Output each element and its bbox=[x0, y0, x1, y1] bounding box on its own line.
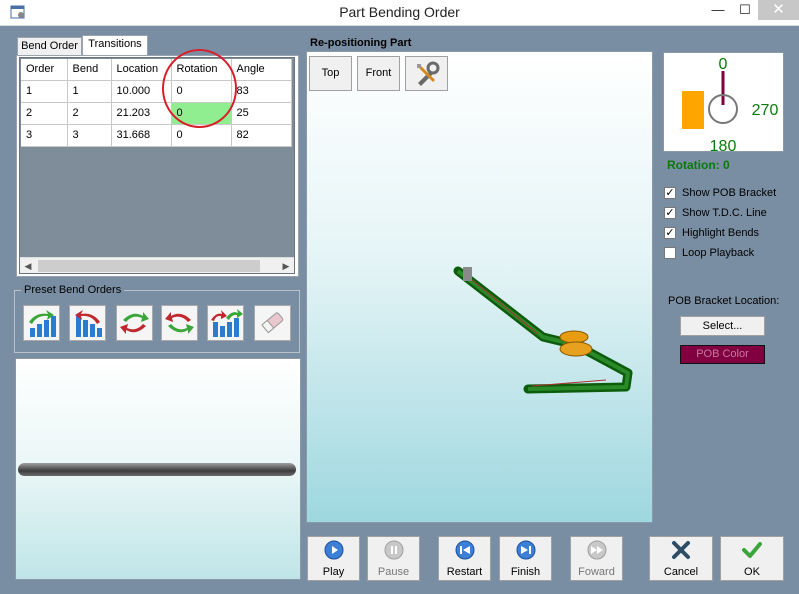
bars-up-arrow-icon bbox=[29, 310, 56, 337]
table-row[interactable]: 2 2 21.203 0 25 bbox=[21, 102, 292, 125]
pob-color-button[interactable]: POB Color bbox=[680, 345, 765, 364]
reverse-swap-arrows-icon bbox=[165, 312, 194, 334]
bars-mixed-arrows-icon bbox=[211, 309, 243, 337]
annotation-circle bbox=[162, 49, 237, 128]
ok-label: OK bbox=[744, 566, 760, 578]
loop-playback-checkbox[interactable]: Loop Playback bbox=[664, 247, 754, 261]
forward-button[interactable]: Foward bbox=[570, 536, 623, 581]
checkbox-checked[interactable]: ✓ bbox=[664, 187, 676, 200]
column-header[interactable]: Order bbox=[21, 59, 68, 81]
rotation-mark-right: 270 bbox=[752, 102, 779, 119]
table-row[interactable]: 1 1 10.000 0 83 bbox=[21, 80, 292, 103]
rotation-mark-bottom: 180 bbox=[710, 138, 737, 153]
pob-location-label: POB Bracket Location: bbox=[668, 295, 780, 307]
restart-label: Restart bbox=[446, 566, 483, 578]
cell-angle[interactable]: 82 bbox=[231, 124, 292, 147]
checkmark-icon bbox=[742, 542, 762, 558]
bars-down-arrow-icon bbox=[75, 310, 102, 337]
forward-icon bbox=[587, 540, 606, 560]
rotation-label: Rotation: 0 bbox=[667, 158, 730, 172]
bend-grid[interactable]: Order Bend Location Rotation Angle 1 1 1… bbox=[19, 57, 295, 274]
preset-ascending-button[interactable] bbox=[23, 305, 60, 341]
finish-icon bbox=[516, 540, 535, 560]
show-tdc-line-checkbox[interactable]: ✓ Show T.D.C. Line bbox=[664, 207, 767, 221]
cell-location[interactable]: 31.668 bbox=[111, 124, 172, 147]
column-header[interactable]: Angle bbox=[231, 59, 292, 81]
restart-button[interactable]: Restart bbox=[438, 536, 491, 581]
view-title: Re-positioning Part bbox=[310, 37, 412, 49]
ok-button[interactable]: OK bbox=[720, 536, 784, 581]
checkbox-checked[interactable]: ✓ bbox=[664, 207, 676, 220]
scroll-right-icon[interactable]: ▶ bbox=[278, 259, 294, 273]
play-button[interactable]: Play bbox=[307, 536, 360, 581]
rotation-dial: 0 270 180 bbox=[682, 56, 779, 155]
highlight-bends-checkbox[interactable]: ✓ Highlight Bends bbox=[664, 227, 759, 241]
pause-label: Pause bbox=[377, 566, 410, 578]
cell-order[interactable]: 3 bbox=[21, 124, 68, 147]
pause-icon bbox=[384, 540, 403, 560]
preset-mixed-button[interactable] bbox=[207, 305, 244, 341]
tube-part-model bbox=[453, 266, 633, 394]
pause-button[interactable]: Pause bbox=[367, 536, 420, 581]
preview-tube bbox=[18, 463, 296, 476]
checkbox-checked[interactable]: ✓ bbox=[664, 227, 676, 240]
preset-clear-button[interactable] bbox=[254, 305, 291, 341]
cancel-x-icon bbox=[672, 541, 690, 559]
preset-group-label: Preset Bend Orders bbox=[21, 284, 125, 296]
select-location-button[interactable]: Select... bbox=[680, 316, 765, 336]
option-label: Show POB Bracket bbox=[682, 187, 777, 199]
cell-bend[interactable]: 2 bbox=[67, 102, 112, 125]
cell-bend[interactable]: 1 bbox=[67, 80, 112, 103]
restart-icon bbox=[455, 540, 474, 560]
preset-swap-button[interactable] bbox=[116, 305, 153, 341]
cancel-button[interactable]: Cancel bbox=[649, 536, 713, 581]
preset-reverse-swap-button[interactable] bbox=[161, 305, 198, 341]
top-view-button[interactable]: Top bbox=[309, 56, 352, 91]
cell-order[interactable]: 1 bbox=[21, 80, 68, 103]
minimize-button[interactable]: — bbox=[704, 0, 732, 20]
cell-angle[interactable]: 25 bbox=[231, 102, 292, 125]
cell-bend[interactable]: 3 bbox=[67, 124, 112, 147]
option-label: Show T.D.C. Line bbox=[682, 207, 767, 219]
eraser-icon bbox=[261, 312, 284, 334]
tab-transitions[interactable]: Transitions bbox=[82, 35, 148, 56]
window-title: Part Bending Order bbox=[339, 4, 460, 20]
finish-label: Finish bbox=[510, 566, 541, 578]
forward-label: Foward bbox=[578, 566, 615, 578]
tools-button[interactable] bbox=[405, 56, 448, 91]
wrench-screwdriver-icon bbox=[416, 61, 439, 86]
bend-table: Order Bend Location Rotation Angle 1 1 1… bbox=[21, 59, 292, 147]
front-view-button[interactable]: Front bbox=[357, 56, 400, 91]
option-label: Loop Playback bbox=[682, 247, 755, 259]
column-header[interactable]: Location bbox=[111, 59, 172, 81]
swap-arrows-icon bbox=[120, 312, 149, 334]
cell-order[interactable]: 2 bbox=[21, 102, 68, 125]
horizontal-scrollbar[interactable]: ◀ ▶ bbox=[20, 257, 294, 273]
tab-bend-order[interactable]: Bend Order bbox=[17, 37, 82, 55]
table-row[interactable]: 3 3 31.668 0 82 bbox=[21, 124, 292, 147]
rotation-mark-top: 0 bbox=[719, 56, 728, 73]
cancel-label: Cancel bbox=[663, 566, 699, 578]
preset-descending-button[interactable] bbox=[69, 305, 106, 341]
cell-location[interactable]: 21.203 bbox=[111, 102, 172, 125]
option-label: Highlight Bends bbox=[682, 227, 760, 239]
column-header[interactable]: Bend bbox=[67, 59, 112, 81]
rotation-indicator: 0 270 180 bbox=[663, 52, 784, 155]
cell-angle[interactable]: 83 bbox=[231, 80, 292, 103]
maximize-button[interactable]: ☐ bbox=[732, 0, 758, 20]
title-bar: Part Bending Order — ☐ ✕ bbox=[0, 0, 799, 26]
checkbox-unchecked[interactable] bbox=[664, 247, 676, 260]
close-button[interactable]: ✕ bbox=[758, 0, 799, 20]
play-label: Play bbox=[322, 566, 345, 578]
finish-button[interactable]: Finish bbox=[499, 536, 552, 581]
show-pob-bracket-checkbox[interactable]: ✓ Show POB Bracket bbox=[664, 187, 776, 201]
scroll-thumb[interactable] bbox=[38, 260, 260, 272]
scroll-left-icon[interactable]: ◀ bbox=[20, 259, 36, 273]
play-icon bbox=[324, 540, 343, 560]
